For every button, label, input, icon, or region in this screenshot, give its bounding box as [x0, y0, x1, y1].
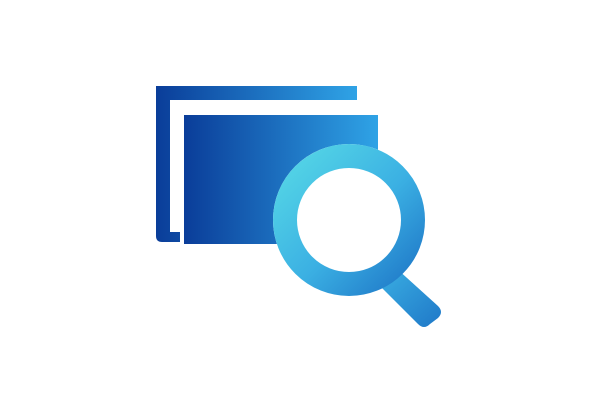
folder-search-icon — [0, 0, 600, 400]
folder-search-svg — [156, 86, 441, 327]
canvas — [0, 0, 600, 400]
